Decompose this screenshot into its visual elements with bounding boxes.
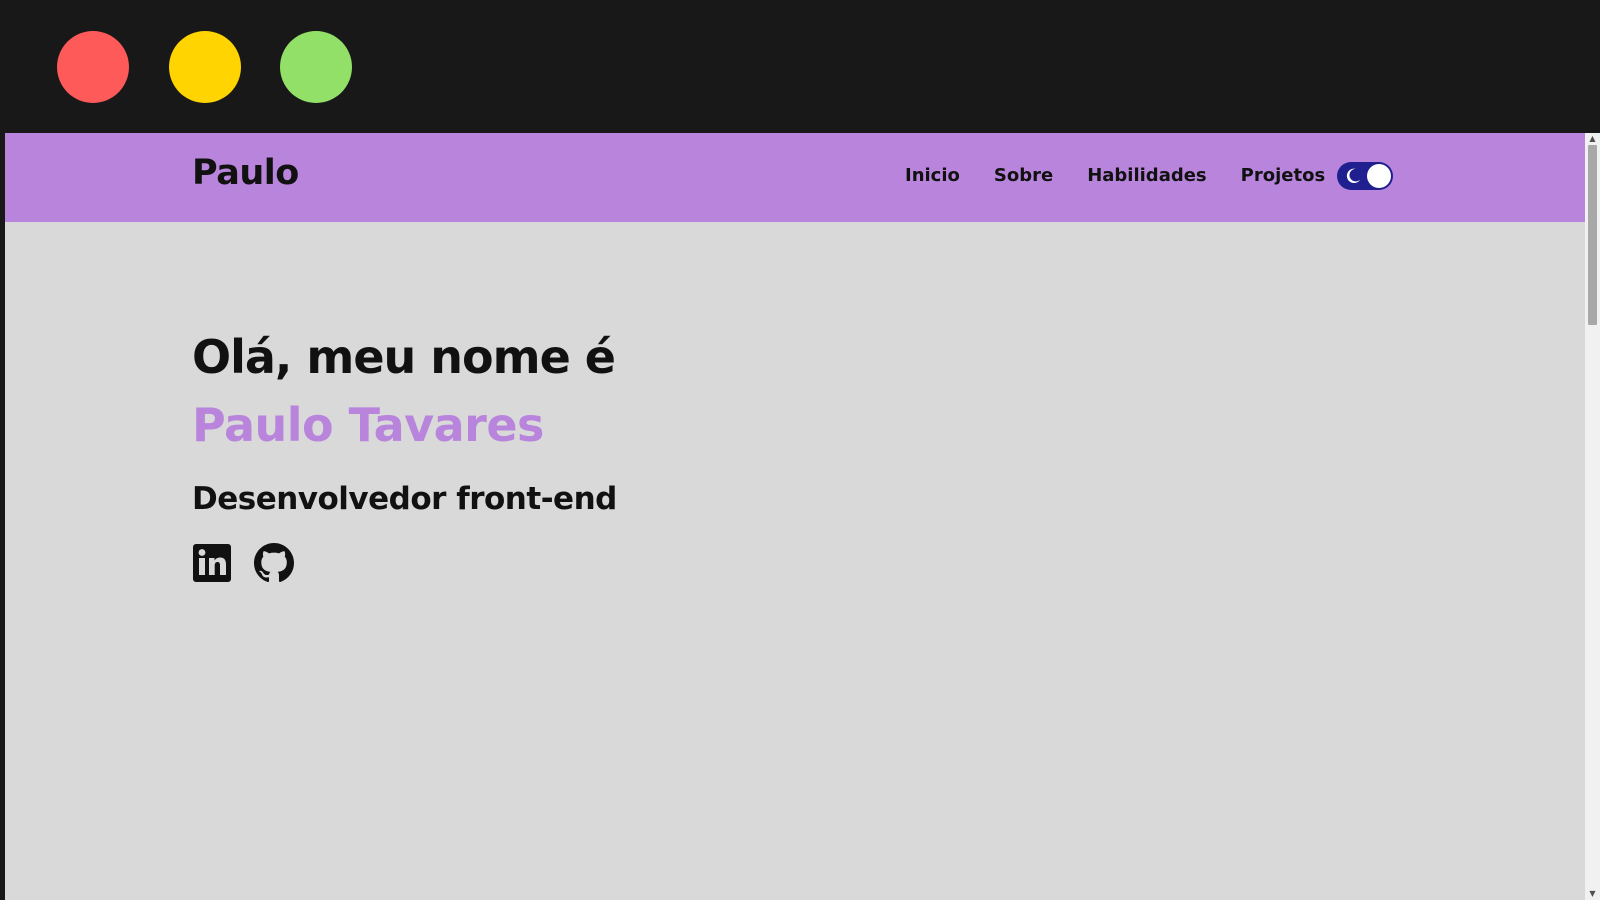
linkedin-link[interactable] [192, 543, 232, 583]
linkedin-icon [193, 544, 231, 582]
maximize-window-button[interactable] [280, 31, 352, 103]
nav-links: Inicio Sobre Habilidades Projetos [905, 165, 1325, 186]
moon-icon [1346, 168, 1361, 184]
hero-role: Desenvolvedor front-end [192, 481, 617, 517]
window-titlebar [0, 0, 1600, 133]
scrollbar-thumb[interactable] [1588, 145, 1597, 325]
hero-greeting: Olá, meu nome é [192, 330, 616, 384]
nav-link-projetos[interactable]: Projetos [1241, 165, 1326, 186]
github-link[interactable] [254, 543, 294, 583]
nav-link-habilidades[interactable]: Habilidades [1087, 165, 1206, 186]
hero-section: Olá, meu nome é Paulo Tavares Desenvolve… [192, 323, 617, 583]
toggle-knob [1367, 164, 1391, 188]
close-window-button[interactable] [57, 31, 129, 103]
github-icon [254, 543, 294, 583]
social-links [192, 543, 617, 583]
brand-logo[interactable]: Paulo [192, 153, 299, 193]
scroll-up-arrow-icon[interactable]: ▲ [1585, 133, 1600, 145]
page-viewport: Paulo Inicio Sobre Habilidades Projetos … [5, 133, 1585, 900]
theme-toggle[interactable] [1337, 162, 1393, 190]
scroll-down-arrow-icon[interactable]: ▼ [1585, 888, 1600, 900]
minimize-window-button[interactable] [169, 31, 241, 103]
vertical-scrollbar[interactable]: ▲ ▼ [1585, 133, 1600, 900]
hero-name: Paulo Tavares [192, 398, 544, 452]
nav-link-inicio[interactable]: Inicio [905, 165, 960, 186]
nav-link-sobre[interactable]: Sobre [994, 165, 1053, 186]
navbar: Paulo Inicio Sobre Habilidades Projetos [5, 133, 1585, 222]
